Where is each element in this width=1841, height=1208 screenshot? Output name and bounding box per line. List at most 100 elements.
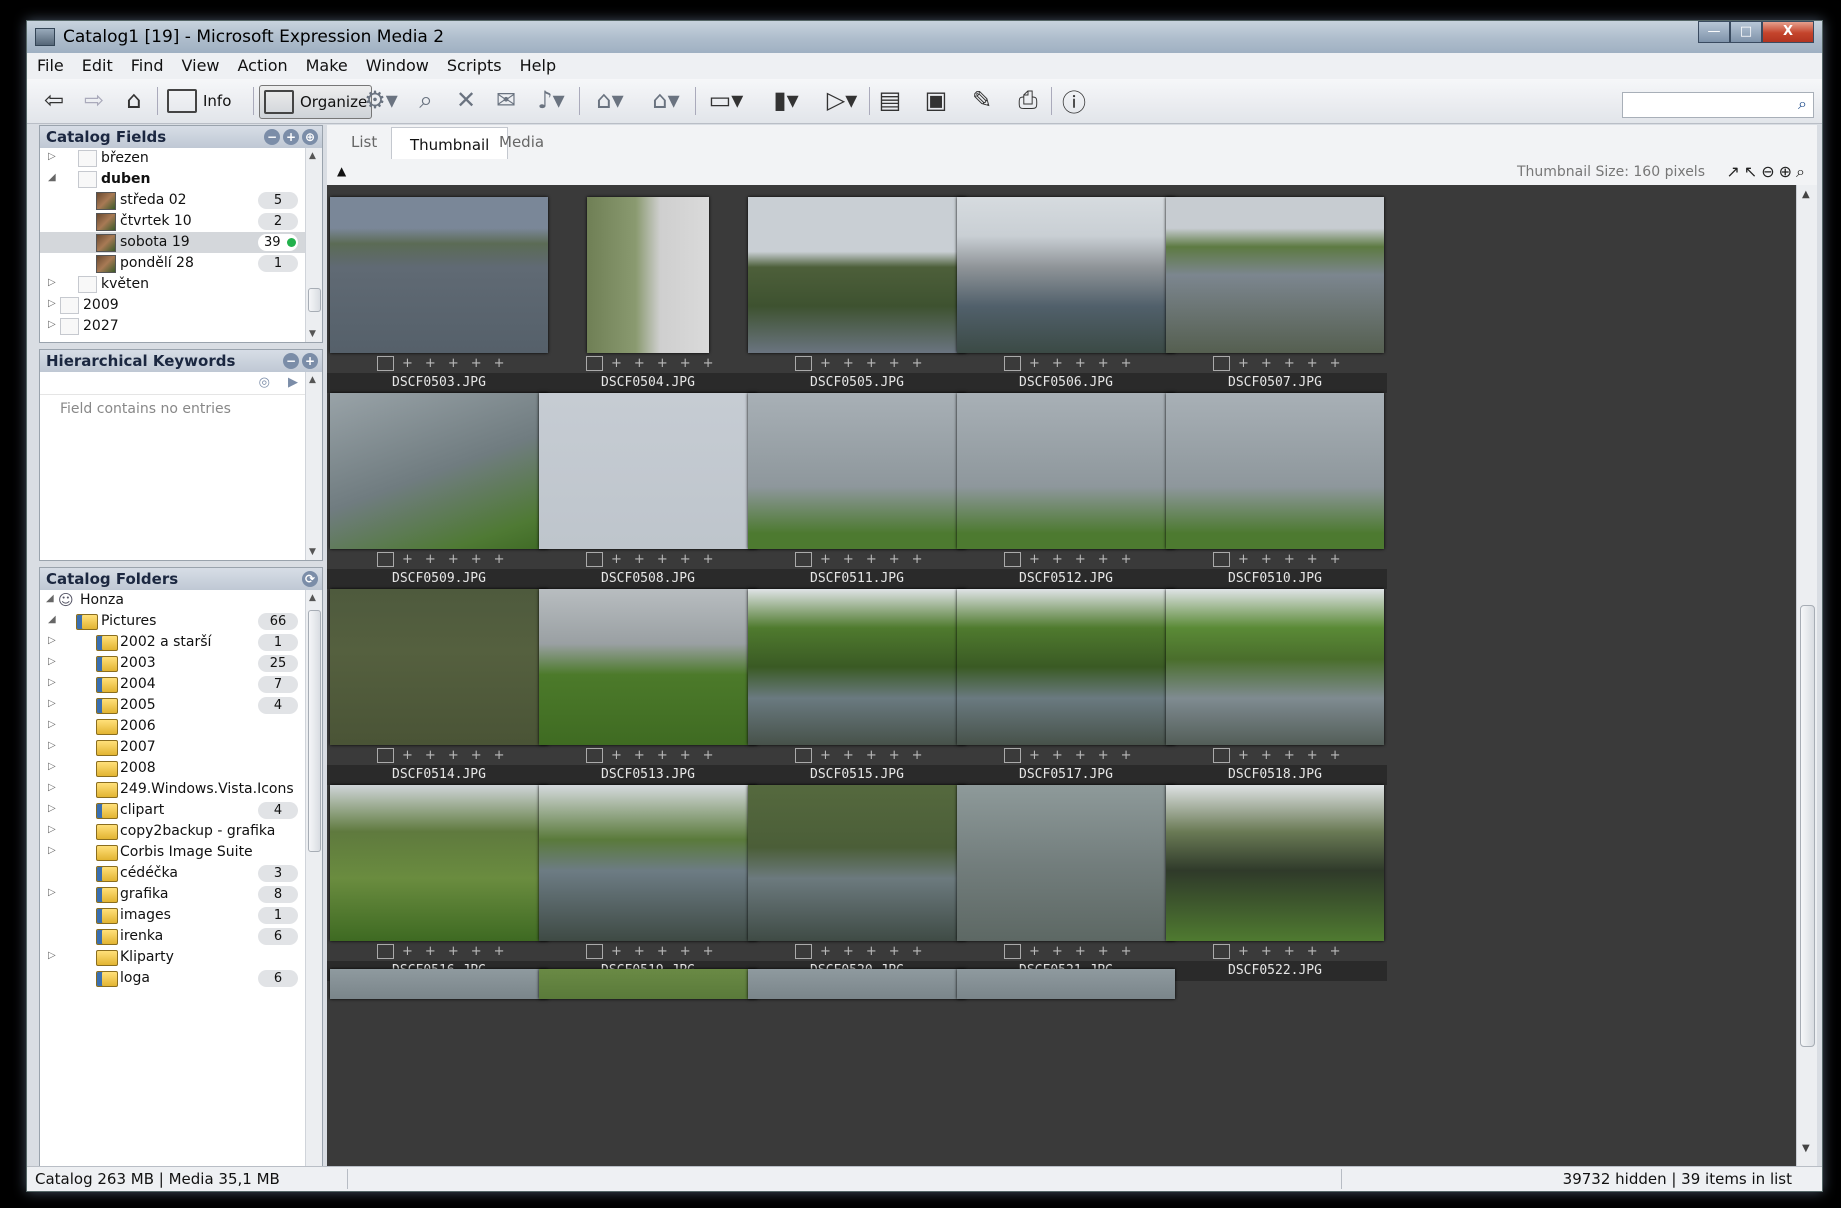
folder-2006[interactable]: ▷ 2006 — [40, 716, 322, 737]
thumbnail-image[interactable] — [748, 785, 966, 941]
label-checkbox[interactable] — [1213, 356, 1230, 371]
rating-star-icon[interactable]: + — [1098, 552, 1109, 567]
thumbnail-image[interactable] — [957, 197, 1175, 353]
slide-view-icon[interactable]: ▭▾ — [701, 85, 751, 115]
rating-star-icon[interactable]: + — [1330, 944, 1341, 959]
thumbnail-image[interactable] — [539, 589, 757, 745]
label-checkbox[interactable] — [586, 944, 603, 959]
rating-star-icon[interactable]: + — [657, 944, 668, 959]
rating-star-icon[interactable]: + — [657, 552, 668, 567]
folder-grafika[interactable]: ▷ grafika 8 — [40, 884, 322, 905]
rating-star-icon[interactable]: + — [471, 944, 482, 959]
rating-star-icon[interactable]: + — [889, 356, 900, 371]
folder-2003[interactable]: ▷ 2003 25 — [40, 653, 322, 674]
rating-star-icon[interactable]: + — [494, 552, 505, 567]
rating-star-icon[interactable]: + — [1238, 552, 1249, 567]
rating-controls[interactable]: + + + + + — [1213, 552, 1353, 567]
collapse-icon[interactable]: − — [283, 353, 299, 369]
rating-star-icon[interactable]: + — [1330, 748, 1341, 763]
rating-star-icon[interactable]: + — [1029, 944, 1040, 959]
mail-icon[interactable]: ✉ — [491, 85, 521, 115]
folder-vista-icons[interactable]: ▷ 249.Windows.Vista.Icons — [40, 779, 322, 800]
rating-star-icon[interactable]: + — [912, 356, 923, 371]
rating-star-icon[interactable]: + — [1330, 356, 1341, 371]
rating-controls[interactable]: + + + + + — [1004, 356, 1144, 371]
rating-controls[interactable]: + + + + + — [795, 356, 935, 371]
thumbnail-image-partial[interactable] — [330, 969, 548, 999]
rating-star-icon[interactable]: + — [1121, 552, 1132, 567]
gear-icon[interactable]: ⚙▾ — [361, 85, 401, 115]
rating-star-icon[interactable]: + — [448, 748, 459, 763]
label-checkbox[interactable] — [795, 748, 812, 763]
rating-star-icon[interactable]: + — [448, 944, 459, 959]
thumbnail-image[interactable] — [330, 589, 548, 745]
folder-2002[interactable]: ▷ 2002 a starší 1 — [40, 632, 322, 653]
info-button[interactable]: Info — [163, 85, 235, 117]
rating-star-icon[interactable]: + — [1261, 944, 1272, 959]
search-input[interactable]: ⌕ — [1622, 92, 1814, 118]
printer-icon[interactable]: ⎙ — [1013, 85, 1043, 115]
tree-item-duben[interactable]: ◢ duben — [40, 169, 322, 190]
folder-copy2backup[interactable]: ▷ copy2backup - grafika — [40, 821, 322, 842]
label-checkbox[interactable] — [1004, 748, 1021, 763]
rating-star-icon[interactable]: + — [1261, 748, 1272, 763]
label-checkbox[interactable] — [1004, 944, 1021, 959]
rating-controls[interactable]: + + + + + — [377, 552, 517, 567]
link-icon[interactable]: ◎ — [259, 375, 270, 390]
rating-star-icon[interactable]: + — [843, 552, 854, 567]
rating-star-icon[interactable]: + — [471, 748, 482, 763]
tree-item-sobota-19[interactable]: sobota 19 39 — [40, 232, 322, 253]
rating-star-icon[interactable]: + — [402, 748, 413, 763]
thumbnail-image[interactable] — [748, 589, 966, 745]
thumbnail-image[interactable] — [1166, 589, 1384, 745]
sort-icon[interactable]: ▲ — [337, 164, 346, 178]
folder-2007[interactable]: ▷ 2007 — [40, 737, 322, 758]
rating-star-icon[interactable]: + — [634, 944, 645, 959]
rating-star-icon[interactable]: + — [1307, 944, 1318, 959]
rating-star-icon[interactable]: + — [820, 944, 831, 959]
rating-star-icon[interactable]: + — [425, 944, 436, 959]
rating-star-icon[interactable]: + — [703, 552, 714, 567]
thumbnail-image[interactable] — [957, 785, 1175, 941]
thumbnail-image-partial[interactable] — [539, 969, 757, 999]
rating-star-icon[interactable]: + — [611, 944, 622, 959]
rating-controls[interactable]: + + + + + — [586, 944, 726, 959]
back-arrow-icon[interactable]: ⇦ — [39, 85, 69, 115]
add-icon[interactable]: + — [283, 129, 299, 145]
rating-controls[interactable]: + + + + + — [586, 552, 726, 567]
menu-make[interactable]: Make — [296, 53, 356, 75]
thumbnail-image[interactable] — [1166, 785, 1384, 941]
rating-star-icon[interactable]: + — [1052, 944, 1063, 959]
rating-star-icon[interactable]: + — [1121, 748, 1132, 763]
save-disk-icon[interactable]: ▤ — [875, 85, 905, 115]
rating-star-icon[interactable]: + — [1307, 748, 1318, 763]
rating-star-icon[interactable]: + — [1284, 552, 1295, 567]
tree-item-pondeli-28[interactable]: pondělí 28 1 — [40, 253, 322, 274]
rating-star-icon[interactable]: + — [866, 944, 877, 959]
rating-controls[interactable]: + + + + + — [377, 748, 517, 763]
rating-star-icon[interactable]: + — [634, 356, 645, 371]
rating-star-icon[interactable]: + — [1075, 748, 1086, 763]
keywords-scrollbar[interactable]: ▲ ▼ — [305, 372, 322, 560]
folder-root-honza[interactable]: ◢ ☺ Honza — [40, 590, 322, 611]
rating-star-icon[interactable]: + — [425, 748, 436, 763]
rating-star-icon[interactable]: + — [1307, 552, 1318, 567]
grid-scroll-thumb[interactable] — [1800, 605, 1815, 1047]
folder-clipart[interactable]: ▷ clipart 4 — [40, 800, 322, 821]
rating-star-icon[interactable]: + — [611, 552, 622, 567]
rating-star-icon[interactable]: + — [494, 356, 505, 371]
menu-find[interactable]: Find — [121, 53, 172, 75]
folder-cedecka[interactable]: cédéčka 3 — [40, 863, 322, 884]
menu-file[interactable]: File — [27, 53, 72, 75]
rating-star-icon[interactable]: + — [843, 356, 854, 371]
rating-star-icon[interactable]: + — [889, 552, 900, 567]
rating-controls[interactable]: + + + + + — [1213, 944, 1353, 959]
rating-star-icon[interactable]: + — [1029, 748, 1040, 763]
download-home-icon[interactable]: ⌂▾ — [643, 85, 689, 115]
label-checkbox[interactable] — [795, 944, 812, 959]
thumbnail-image[interactable] — [587, 197, 709, 353]
rating-star-icon[interactable]: + — [1052, 356, 1063, 371]
rating-star-icon[interactable]: + — [1098, 944, 1109, 959]
label-checkbox[interactable] — [377, 356, 394, 371]
tree-item-brezen[interactable]: ▷ březen — [40, 148, 322, 169]
